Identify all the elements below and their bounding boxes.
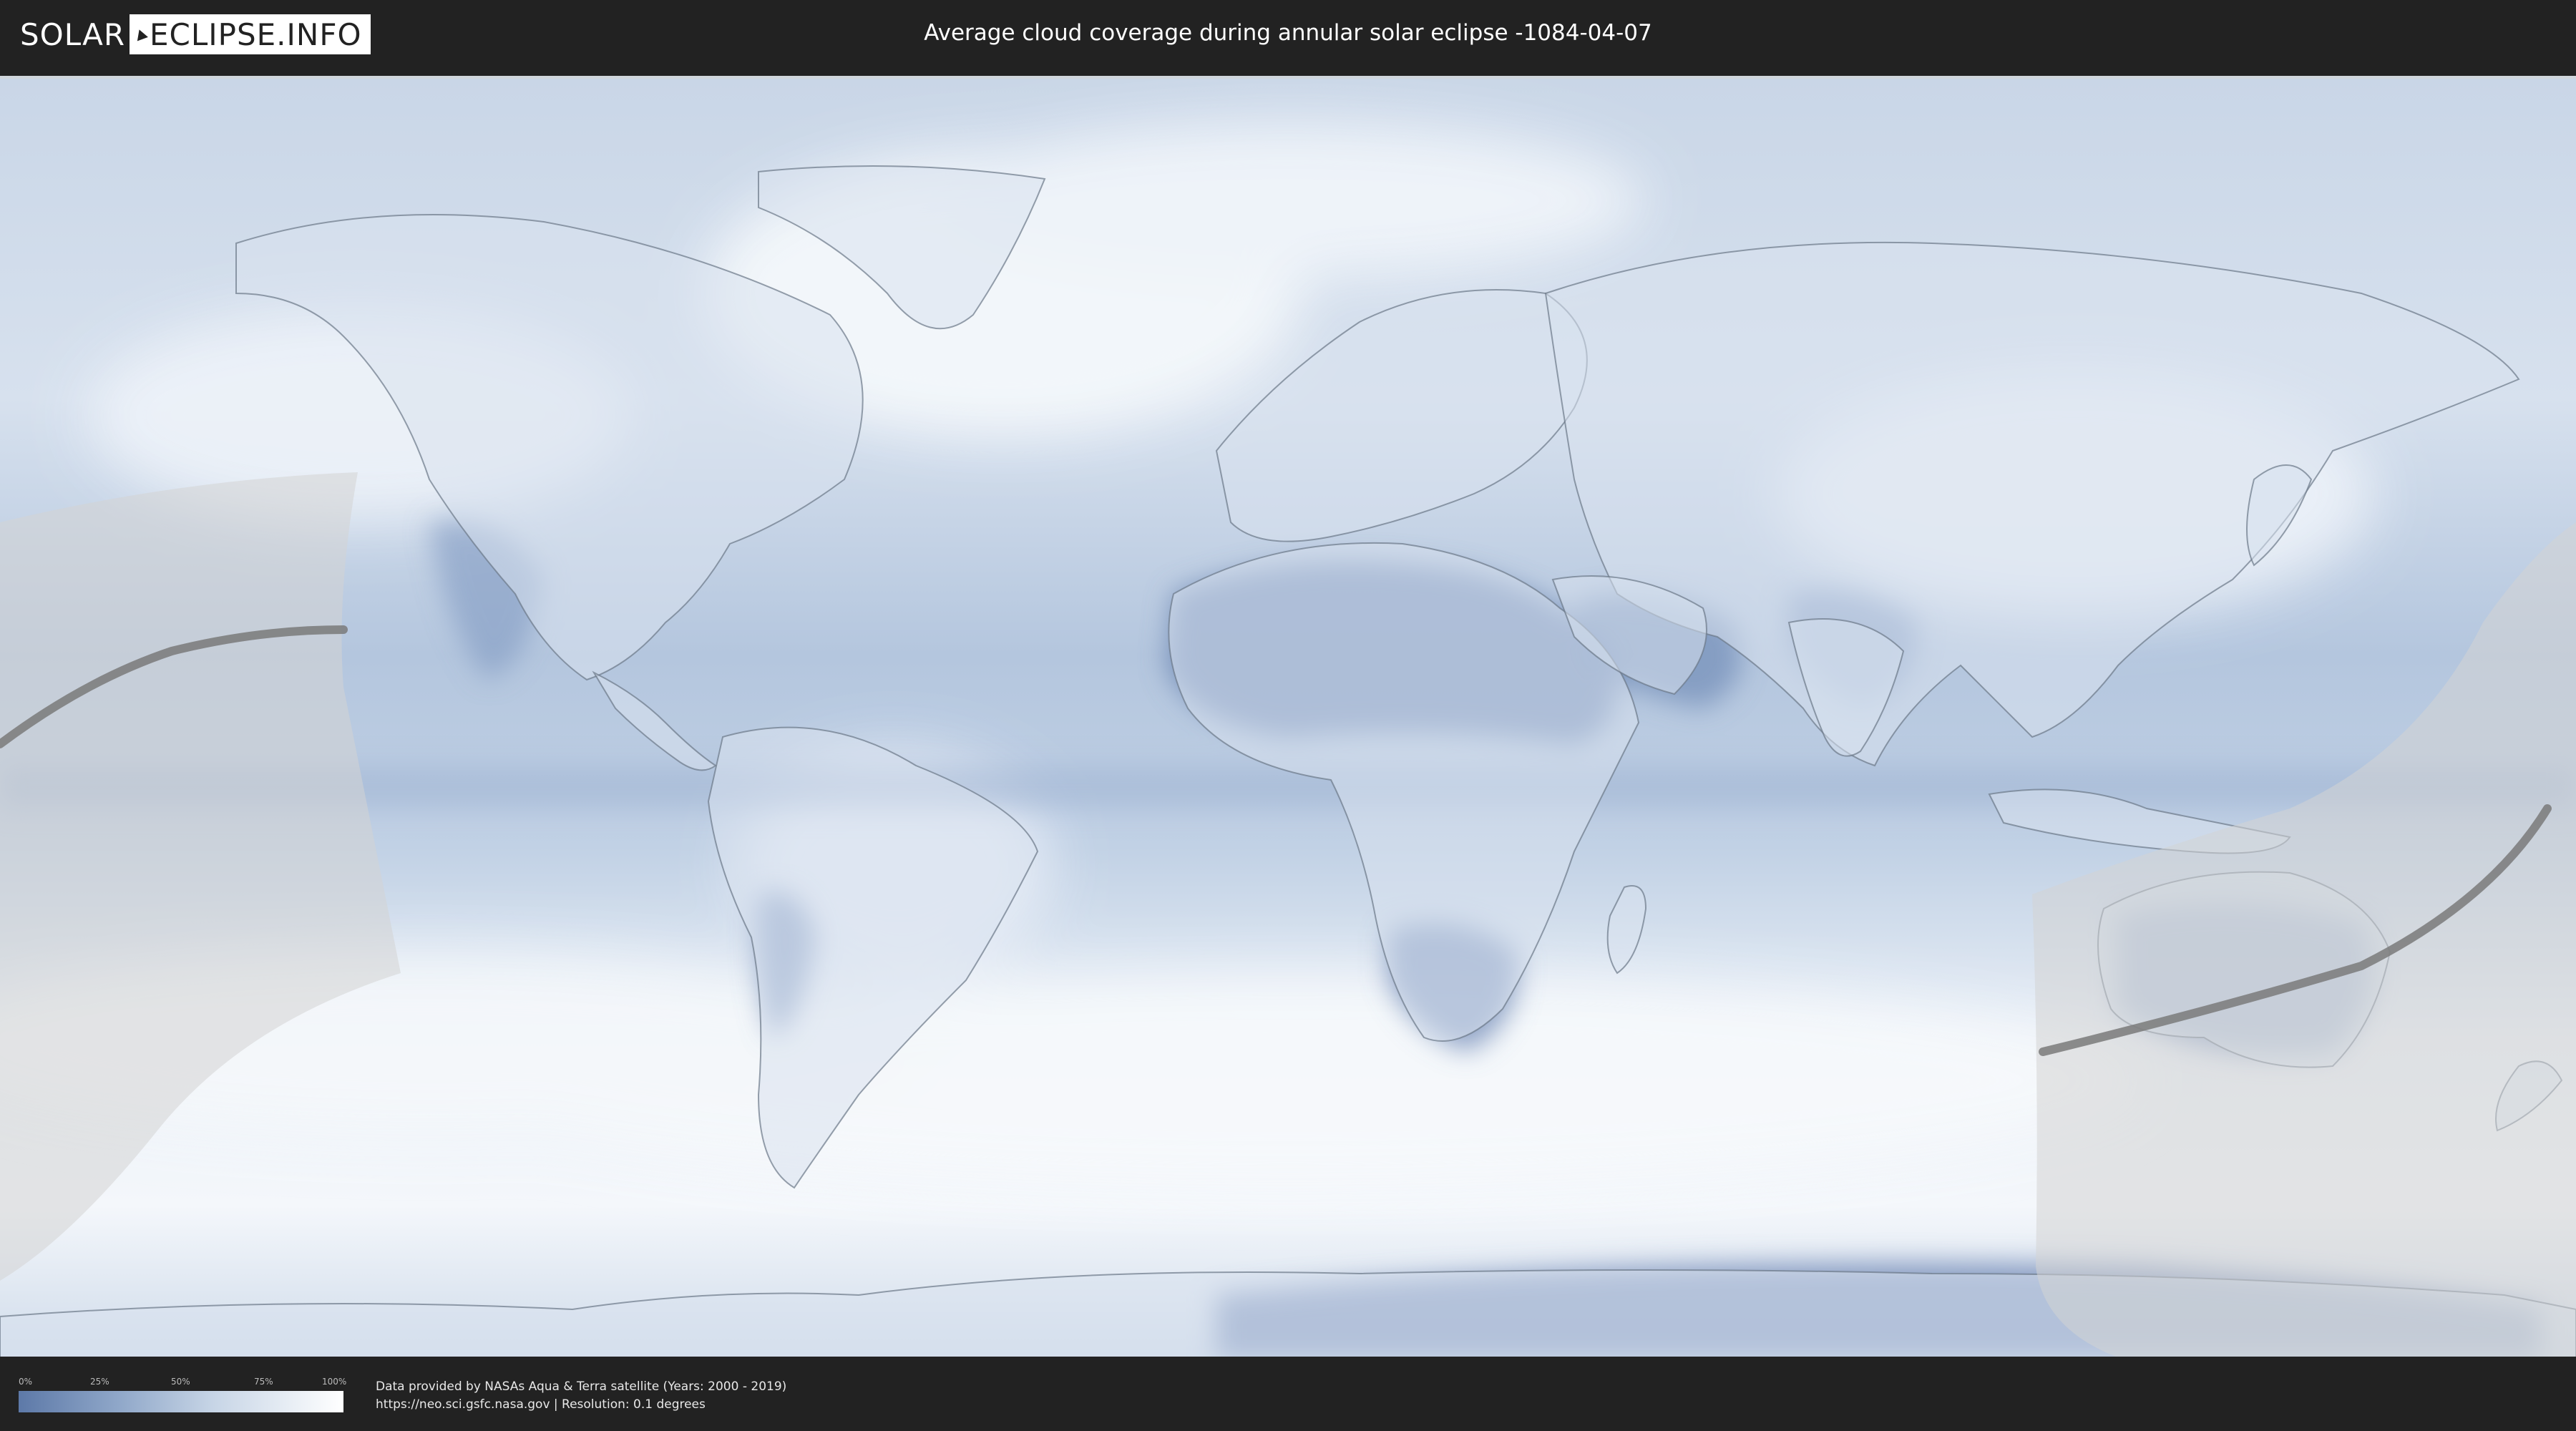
legend-tick-50: 50%	[171, 1377, 190, 1387]
credit-line: Data provided by NASAs Aqua & Terra sate…	[376, 1379, 787, 1394]
legend-gradient-bar	[19, 1391, 343, 1412]
legend-tick-75: 75%	[254, 1377, 273, 1387]
app-root: SOLAR ECLIPSE.INFO Average cloud coverag…	[0, 0, 2576, 1431]
legend-tick-25: 25%	[90, 1377, 109, 1387]
map-canvas	[0, 79, 2576, 1359]
page-title: Average cloud coverage during annular so…	[924, 20, 1652, 46]
header-bar: SOLAR ECLIPSE.INFO Average cloud coverag…	[0, 0, 2576, 72]
cloud-coverage-legend: 0% 25% 50% 75% 100%	[19, 1377, 347, 1414]
legend-tick-100: 100%	[322, 1377, 347, 1387]
source-line[interactable]: https://neo.sci.gsfc.nasa.gov | Resoluti…	[376, 1396, 786, 1414]
cloud-coverage-map[interactable]	[0, 76, 2576, 1359]
legend-tick-0: 0%	[19, 1377, 33, 1387]
data-credits: Data provided by NASAs Aqua & Terra sate…	[376, 1378, 786, 1414]
